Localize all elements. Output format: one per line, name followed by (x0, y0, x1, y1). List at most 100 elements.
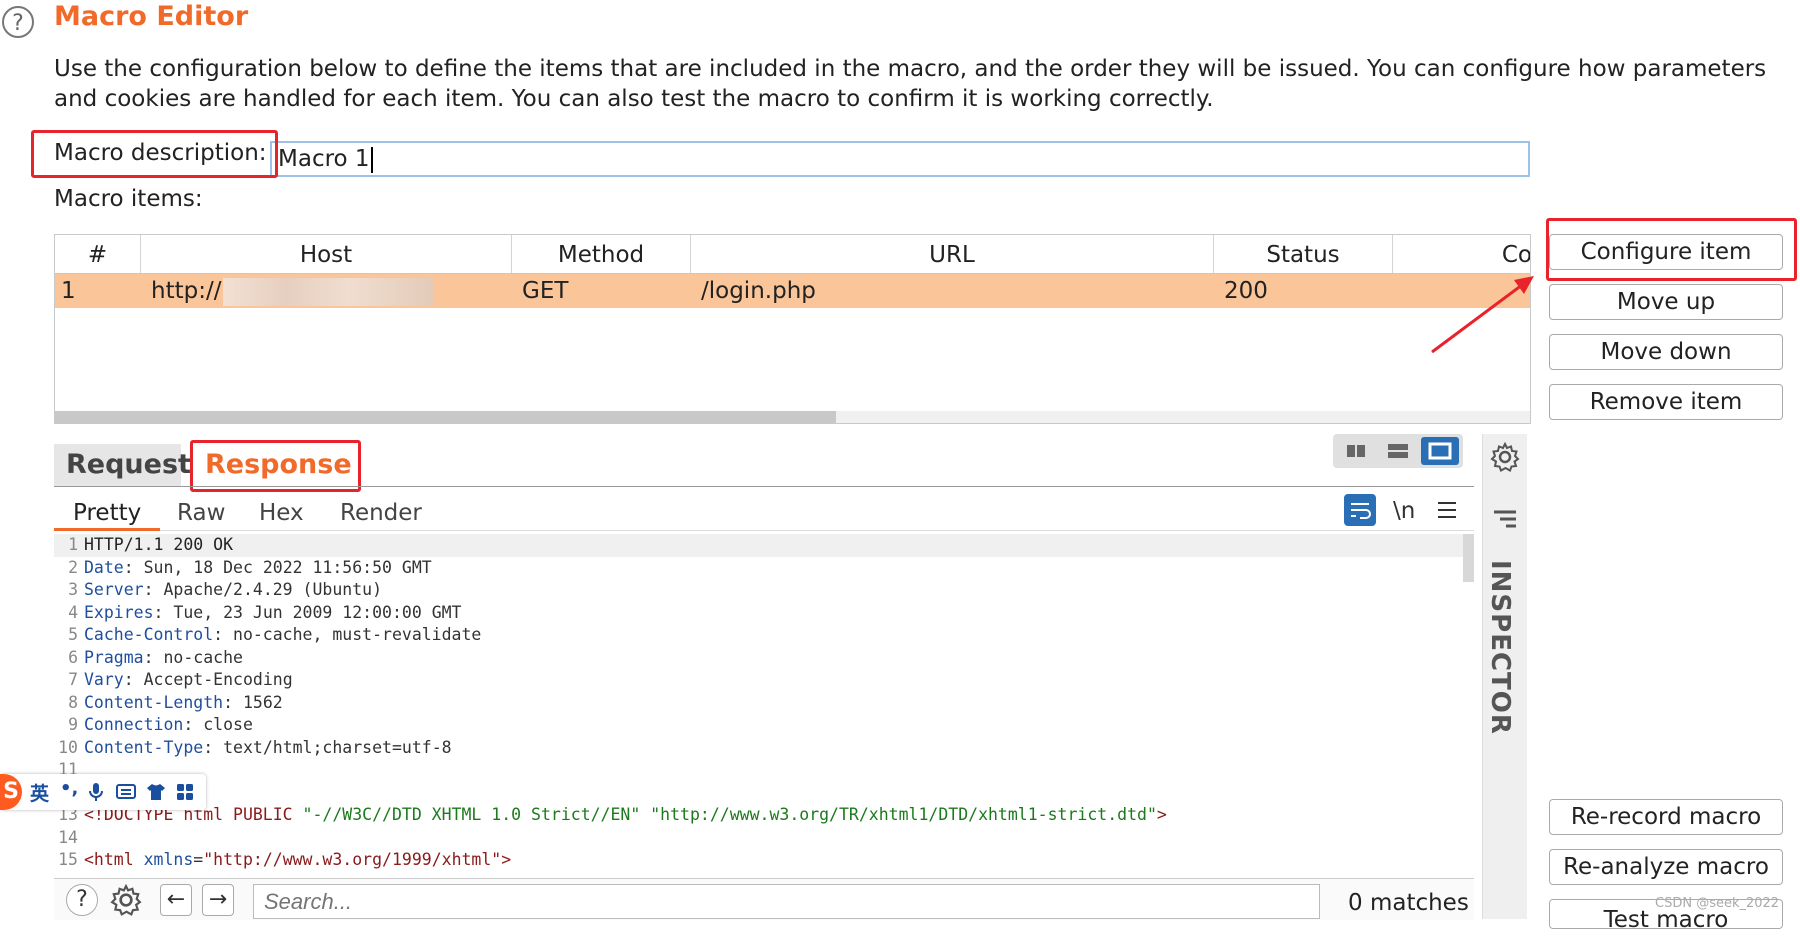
header-value: : text/html;charset=utf-8 (203, 737, 452, 757)
html-attr-value: "http://www.w3.org/1999/xhtml" (203, 850, 502, 869)
ime-logo-icon[interactable]: S (0, 774, 22, 810)
search-input[interactable] (253, 884, 1320, 919)
column-header-num[interactable]: # (55, 235, 141, 273)
cell-num: 1 (61, 278, 76, 304)
help-icon[interactable]: ? (66, 884, 98, 916)
code-line: 14 (54, 827, 1474, 850)
header-key: Date (84, 557, 124, 577)
code-line: 4 Expires: Tue, 23 Jun 2009 12:00:00 GMT (54, 602, 1474, 625)
header-key: Connection (84, 715, 184, 734)
macro-items-table: # Host Method URL Status Co 1 http:// GE… (54, 234, 1531, 424)
cell-url: /login.php (701, 278, 816, 304)
search-settings-gear-icon[interactable] (110, 883, 142, 916)
ime-toolbar: S 英 •, (0, 774, 206, 810)
status-line: HTTP/1.1 200 OK (84, 535, 234, 554)
watermark: CSDN @seek_2022 (1655, 896, 1780, 911)
inspector-collapse-icon[interactable] (1492, 508, 1518, 534)
single-panel-icon[interactable] (1421, 437, 1459, 465)
subtab-hex[interactable]: Hex (259, 500, 304, 526)
inspector-label[interactable]: INSPECTOR (1485, 560, 1515, 735)
tab-request[interactable]: Request (54, 444, 191, 486)
ime-language-toggle[interactable]: 英 (30, 779, 49, 806)
cell-method: GET (522, 278, 569, 304)
column-header-url[interactable]: URL (691, 235, 1214, 273)
microphone-icon[interactable] (88, 782, 104, 806)
active-subtab-underline (54, 528, 160, 531)
header-key: Content-Type (84, 737, 204, 757)
split-horizontal-icon[interactable] (1337, 437, 1375, 465)
header-value: : no-cache, must-revalidate (213, 625, 482, 644)
html-attr: xmlns (143, 850, 194, 869)
line-number: 1 (68, 535, 78, 554)
html-tag-close: > (501, 850, 512, 869)
header-value: : Tue, 23 Jun 2009 12:00:00 GMT (153, 602, 462, 622)
annotation-box-configure (1546, 218, 1797, 281)
move-up-button[interactable]: Move up (1549, 284, 1783, 320)
horizontal-scrollbar[interactable] (55, 411, 1530, 423)
scrollbar-thumb[interactable] (55, 411, 836, 423)
split-vertical-icon[interactable] (1379, 437, 1417, 465)
table-row[interactable]: 1 http:// GET /login.php 200 (55, 274, 1530, 308)
code-line: 6 Pragma: no-cache (54, 647, 1474, 670)
keyboard-icon[interactable] (116, 784, 136, 804)
word-wrap-icon[interactable] (1344, 494, 1376, 526)
line-number: 10 (58, 737, 78, 757)
header-key: Expires (84, 602, 154, 622)
column-header-status[interactable]: Status (1214, 235, 1393, 273)
help-icon[interactable]: ? (2, 6, 34, 38)
rerecord-macro-button[interactable]: Re-record macro (1549, 799, 1783, 835)
header-key: Vary (84, 670, 124, 689)
line-number: 3 (68, 580, 78, 599)
code-line: 9 Connection: close (54, 714, 1474, 737)
code-line: 13 <!DOCTYPE html PUBLIC "-//W3C//DTD XHT… (54, 804, 1474, 827)
subtab-render[interactable]: Render (340, 500, 422, 526)
vertical-scrollbar[interactable] (1463, 534, 1474, 582)
column-header-method[interactable]: Method (512, 235, 691, 273)
settings-gear-icon[interactable] (1490, 441, 1520, 476)
line-number: 7 (68, 670, 78, 689)
code-line: 3 Server: Apache/2.4.29 (Ubuntu) (54, 579, 1474, 602)
tab-divider (54, 486, 1474, 487)
line-number: 15 (58, 850, 78, 869)
header-key: Pragma (84, 647, 144, 667)
code-line: 5 Cache-Control: no-cache, must-revalidat… (54, 624, 1474, 647)
annotation-box-description (31, 130, 278, 178)
cell-host-text: http:// (151, 278, 222, 304)
doctype-public-id: "-//W3C//DTD XHTML 1.0 Strict//EN" (302, 805, 641, 824)
search-match-count: 0 matches (1348, 890, 1469, 916)
line-number: 4 (68, 602, 78, 622)
macro-description-input[interactable]: Macro 1 (270, 141, 1530, 177)
line-number: 6 (68, 647, 78, 667)
previous-match-arrow-left-icon[interactable]: ← (160, 884, 192, 916)
subtab-pretty[interactable]: Pretty (73, 500, 141, 526)
table-header: # Host Method URL Status Co (55, 235, 1530, 274)
apps-grid-icon[interactable] (176, 783, 194, 805)
header-value: : Apache/2.4.29 (Ubuntu) (143, 580, 383, 599)
annotation-arrow (1431, 276, 1534, 354)
reanalyze-macro-button[interactable]: Re-analyze macro (1549, 849, 1783, 885)
header-value: : Sun, 18 Dec 2022 11:56:50 GMT (123, 557, 432, 577)
redacted-host (223, 277, 434, 306)
header-key: Cache-Control (84, 625, 214, 644)
response-viewer[interactable]: 1 HTTP/1.1 200 OK 2 Date: Sun, 18 Dec 2022… (54, 534, 1474, 876)
newline-toggle[interactable]: \n (1393, 498, 1415, 524)
line-number: 9 (68, 715, 78, 734)
text-caret (370, 146, 373, 173)
menu-icon[interactable] (1436, 497, 1458, 527)
header-value: : close (183, 715, 253, 734)
html-attr-eq: = (193, 850, 204, 869)
line-number: 2 (68, 557, 78, 577)
next-match-arrow-right-icon[interactable]: → (202, 884, 234, 916)
subtab-divider (54, 530, 1474, 531)
header-value: : 1562 (223, 692, 283, 712)
macro-description-value: Macro 1 (278, 146, 370, 172)
remove-item-button[interactable]: Remove item (1549, 384, 1783, 420)
ime-punctuation-toggle[interactable]: •, (60, 778, 78, 799)
page-title: Macro Editor (54, 1, 249, 32)
column-header-host[interactable]: Host (141, 235, 512, 273)
line-number: 14 (58, 827, 78, 847)
doctype-system-id: "http://www.w3.org/TR/xhtml1/DTD/xhtml1-… (640, 805, 1157, 824)
skin-shirt-icon[interactable] (146, 783, 166, 805)
move-down-button[interactable]: Move down (1549, 334, 1783, 370)
subtab-raw[interactable]: Raw (177, 500, 225, 526)
